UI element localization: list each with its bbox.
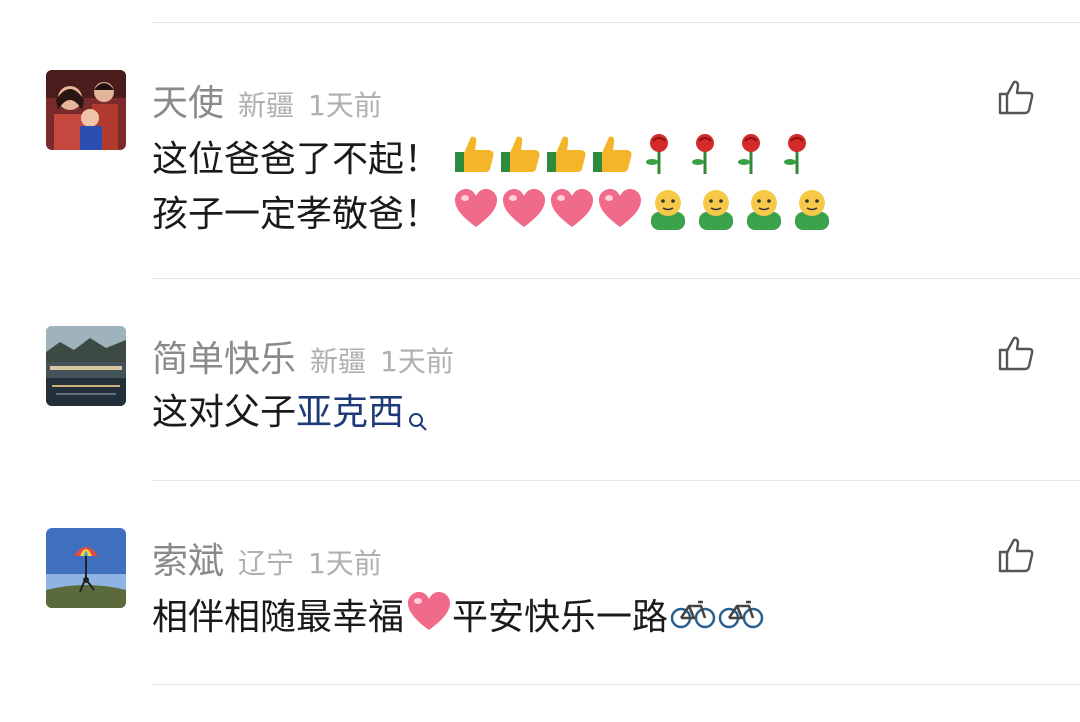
author-location: 辽宁 — [238, 547, 295, 580]
heart-icon — [501, 187, 547, 245]
comment-meta: 索斌 辽宁 1天前 — [152, 532, 382, 582]
thumbs-up-icon — [499, 132, 543, 190]
comment-meta: 简单快乐 新疆 1天前 — [152, 330, 454, 380]
heart-icon — [406, 590, 452, 648]
heart-icon — [453, 187, 499, 245]
comment-text: 孩子一定孝敬爸！ — [152, 194, 441, 235]
smiley-icon — [789, 186, 835, 246]
rose-icon — [637, 132, 681, 190]
like-button[interactable] — [996, 78, 1036, 118]
rose-icon — [683, 132, 727, 190]
search-link[interactable]: 亚克西 — [296, 392, 404, 433]
author-name[interactable]: 天使 — [152, 74, 224, 126]
heart-icon — [597, 187, 643, 245]
heart-icon — [549, 187, 595, 245]
divider — [152, 22, 1080, 23]
thumbs-up-outline-icon — [998, 336, 1034, 371]
search-icon[interactable] — [408, 396, 428, 446]
smiley-icon — [693, 186, 739, 246]
thumbs-up-icon — [591, 132, 635, 190]
comment-text: 这位爸爸了不起！ — [152, 139, 441, 180]
comment-time: 1天前 — [380, 345, 454, 378]
avatar[interactable] — [46, 528, 126, 608]
author-name[interactable]: 索斌 — [152, 532, 224, 584]
author-location: 新疆 — [310, 345, 367, 378]
avatar[interactable] — [46, 326, 126, 406]
bicycle-icon — [670, 594, 716, 644]
bicycle-icon — [718, 594, 764, 644]
smiley-icon — [645, 186, 691, 246]
comment-text: 这对父子 — [152, 392, 297, 433]
like-button[interactable] — [996, 536, 1036, 576]
comment-text-line: 这对父子亚克西 — [152, 388, 428, 446]
author-name[interactable]: 简单快乐 — [152, 330, 296, 382]
avatar[interactable] — [46, 70, 126, 150]
author-location: 新疆 — [238, 89, 295, 122]
comment-text-line: 孩子一定孝敬爸！ — [152, 186, 835, 246]
thumbs-up-icon — [453, 132, 497, 190]
comment-text-line: 这位爸爸了不起！ — [152, 132, 819, 190]
divider — [152, 480, 1080, 481]
rose-icon — [775, 132, 819, 190]
thumbs-up-icon — [545, 132, 589, 190]
thumbs-up-outline-icon — [998, 80, 1034, 115]
comment-text: 相伴相随最幸福 — [152, 597, 405, 638]
comment-text-line: 相伴相随最幸福 平安快乐一路 — [152, 590, 764, 648]
like-button[interactable] — [996, 334, 1036, 374]
comment-time: 1天前 — [308, 89, 382, 122]
comment-text: 平安快乐一路 — [452, 597, 669, 638]
comment-time: 1天前 — [308, 547, 382, 580]
divider — [152, 278, 1080, 279]
rose-icon — [729, 132, 773, 190]
comment-meta: 天使 新疆 1天前 — [152, 74, 382, 124]
thumbs-up-outline-icon — [998, 538, 1034, 573]
smiley-icon — [741, 186, 787, 246]
divider — [152, 684, 1080, 685]
